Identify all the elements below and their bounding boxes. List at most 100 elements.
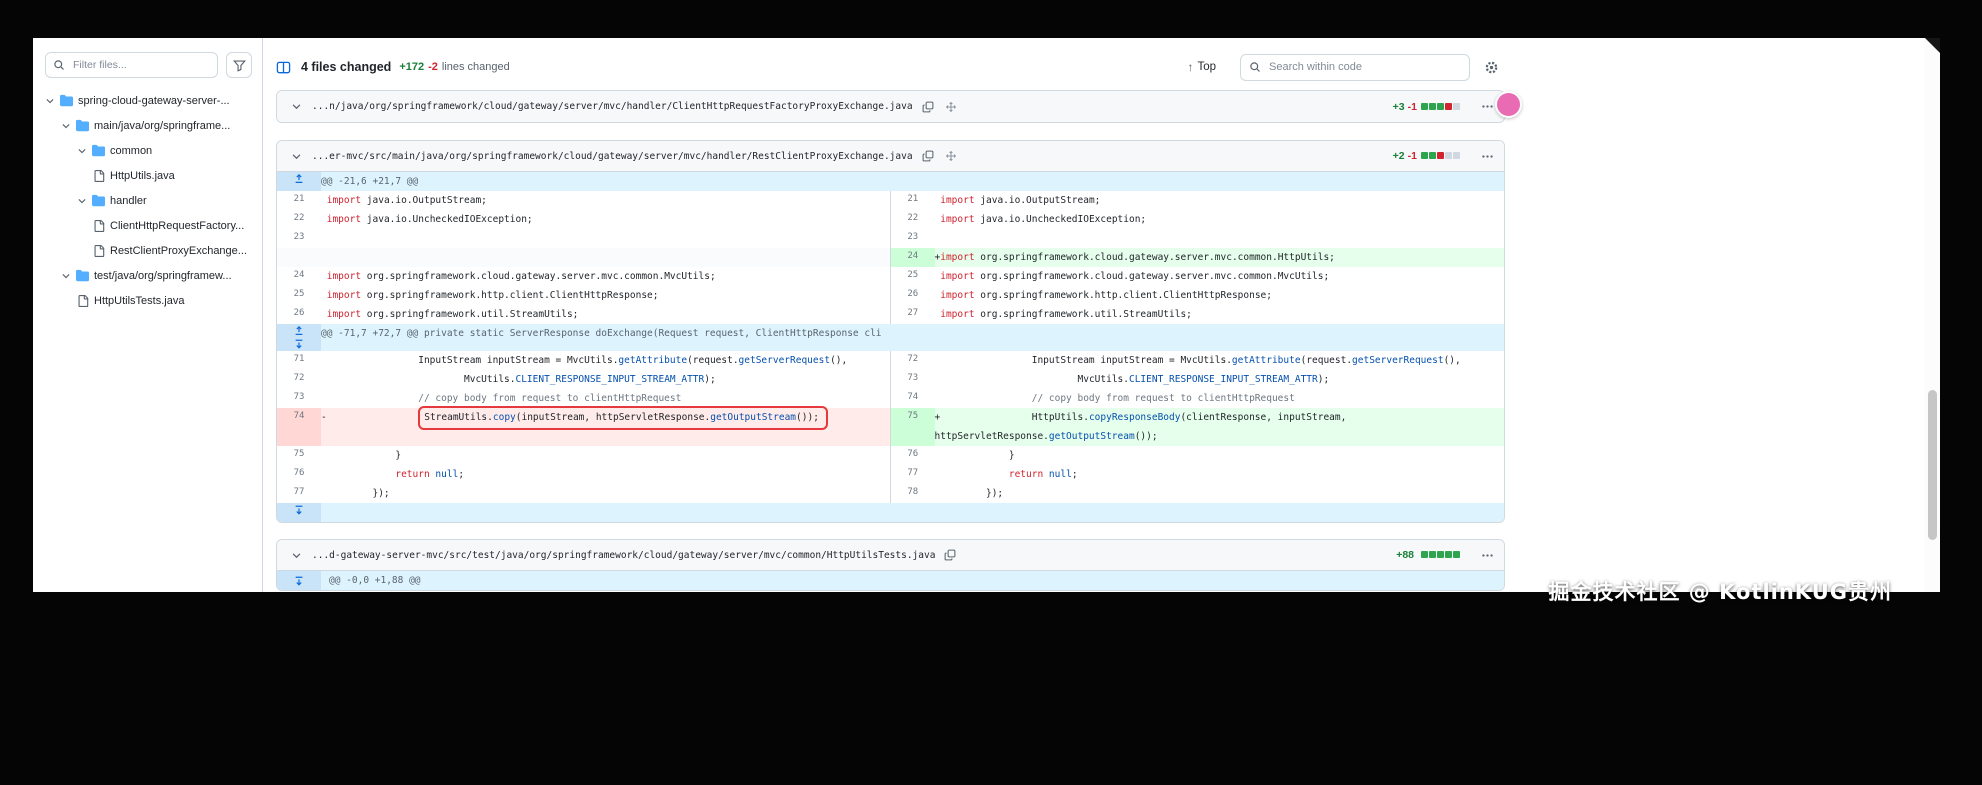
scrollbar-track[interactable] [1924,38,1940,592]
code-token: } [395,450,402,461]
expand-down-icon [295,505,303,515]
diffstat-block [1421,152,1428,159]
search-within-code-input[interactable] [1267,60,1461,74]
line-number[interactable]: 27 [890,305,935,324]
collapse-file-button[interactable] [287,147,305,165]
funnel-icon [232,59,246,72]
file-options-button[interactable] [1481,100,1494,113]
file-icon [94,244,105,257]
file-additions: +88 [1396,549,1414,561]
line-number[interactable]: 26 [277,305,321,324]
line-number[interactable]: 76 [277,465,321,484]
line-number[interactable]: 77 [277,484,321,503]
line-number[interactable]: 73 [277,389,321,408]
code-token: org.springframework.util.StreamUtils; [974,309,1192,320]
collapse-file-button[interactable] [287,546,305,564]
line-number[interactable]: 78 [890,484,935,503]
arrow-up-icon: ↑ [1187,60,1194,74]
line-number[interactable]: 23 [890,229,935,248]
line-number[interactable]: 74 [890,389,935,408]
copy-path-button[interactable] [920,150,936,162]
file-options-button[interactable] [1481,150,1494,163]
user-avatar[interactable] [1495,91,1522,118]
tree-item-folder[interactable]: spring-cloud-gateway-server-... [45,88,252,113]
line-number[interactable]: 24 [277,267,321,286]
code-token: org.springframework.http.client.ClientHt… [361,290,659,301]
kebab-horizontal-icon [1482,154,1493,158]
code-line: // copy body from request to clientHttpR… [934,389,1504,408]
app-window: spring-cloud-gateway-server-... main/java… [33,38,1940,592]
expand-hunk-button[interactable] [277,172,321,191]
line-number[interactable]: 21 [890,191,935,210]
drag-file-handle[interactable] [943,101,959,113]
line-number[interactable]: 73 [890,370,935,389]
chevron-down-icon [46,98,54,103]
copy-icon [945,549,956,561]
diff-settings-button[interactable] [1478,54,1505,81]
diff-row: 72 MvcUtils.CLIENT_RESPONSE_INPUT_STREAM… [277,370,1504,389]
filter-files-input[interactable] [71,58,210,72]
code-token: getOutputStream [1048,431,1135,442]
line-number[interactable]: 23 [277,229,321,248]
tree-item-file[interactable]: RestClientProxyExchange... [45,238,252,263]
chevron-down-icon [292,552,300,558]
line-number[interactable]: 26 [890,286,935,305]
split-diff-table: @@ -21,6 +21,7 @@ 21 import java.io.Outpu… [277,172,1504,522]
expand-hunk-button[interactable] [277,503,321,522]
tree-item-file[interactable]: HttpUtilsTests.java [45,288,252,313]
code-token: StreamUtils. [424,412,493,423]
drag-file-handle[interactable] [943,150,959,162]
scroll-to-top-button[interactable]: ↑ Top [1181,59,1222,75]
code-line: import java.io.OutputStream; [934,191,1504,210]
code-token: (inputStream, httpServletResponse. [515,412,711,423]
code-token: import [940,290,975,301]
line-number[interactable]: 25 [890,267,935,286]
line-number [277,248,321,267]
code-token: HttpUtils. [1031,412,1089,423]
tree-item-folder[interactable]: test/java/org/springframew... [45,263,252,288]
diff-row: 71 InputStream inputStream = MvcUtils.ge… [277,351,1504,370]
expand-up-icon [295,174,303,183]
expand-hunk-button[interactable] [277,571,321,590]
file-options-button[interactable] [1481,549,1494,562]
tree-item-folder[interactable]: handler [45,188,252,213]
copy-path-button[interactable] [920,101,936,113]
split-diff-view-icon[interactable] [276,60,291,75]
tree-item-folder[interactable]: main/java/org/springframe... [45,113,252,138]
tree-item-file[interactable]: ClientHttpRequestFactory... [45,213,252,238]
collapse-file-button[interactable] [287,98,305,116]
diffstat-block [1445,102,1452,110]
line-number[interactable]: 75 [277,446,321,465]
scrollbar-thumb[interactable] [1928,390,1937,540]
line-number[interactable]: 24 [890,248,935,267]
line-number[interactable]: 72 [890,351,935,370]
code-token: org.springframework.http.client.ClientHt… [974,290,1272,301]
line-number[interactable]: 75 [890,408,935,446]
line-number[interactable]: 76 [890,446,935,465]
copy-path-button[interactable] [942,549,958,561]
code-token: InputStream inputStream = MvcUtils. [418,355,619,366]
filter-files-input-wrapper [45,52,218,78]
line-number[interactable]: 71 [277,351,321,370]
expand-hunk-button[interactable] [277,324,321,351]
code-token: copy [492,412,516,423]
tree-item-label: ClientHttpRequestFactory... [110,219,245,232]
file-header-1: ...n/java/org/springframework/cloud/gate… [277,91,1504,122]
kebab-horizontal-icon [1482,105,1493,108]
tree-item-label: common [110,144,153,157]
line-number[interactable]: 21 [277,191,321,210]
tree-item-file[interactable]: HttpUtils.java [45,163,252,188]
code-token: }); [985,488,1004,499]
expand-down-icon [295,576,303,586]
code-token: InputStream inputStream = MvcUtils. [1031,355,1232,366]
line-number[interactable]: 74 [277,408,321,446]
line-number[interactable]: 25 [277,286,321,305]
tree-item-folder[interactable]: common [45,138,252,163]
line-number[interactable]: 72 [277,370,321,389]
filter-options-button[interactable] [226,52,252,78]
line-number[interactable]: 77 [890,465,935,484]
diffstat-block [1429,152,1436,159]
line-number[interactable]: 22 [277,210,321,229]
line-number[interactable]: 22 [890,210,935,229]
code-token: ()); [1134,431,1158,442]
